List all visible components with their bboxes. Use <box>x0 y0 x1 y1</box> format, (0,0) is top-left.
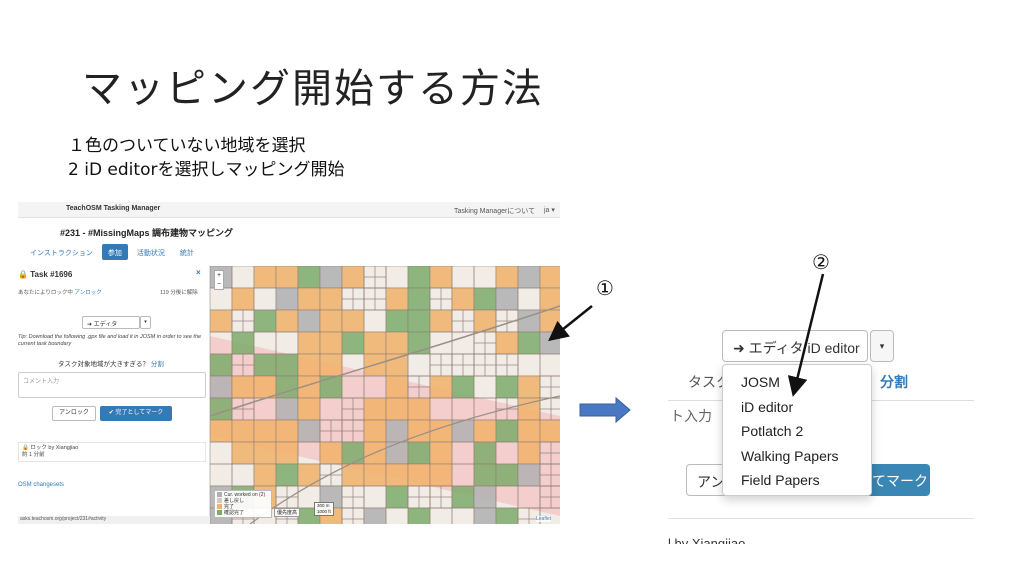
pointer-arrow-2 <box>787 273 825 397</box>
annotation-arrows <box>548 273 825 424</box>
next-step-arrow <box>579 396 631 424</box>
pointer-arrow-1 <box>548 305 593 342</box>
